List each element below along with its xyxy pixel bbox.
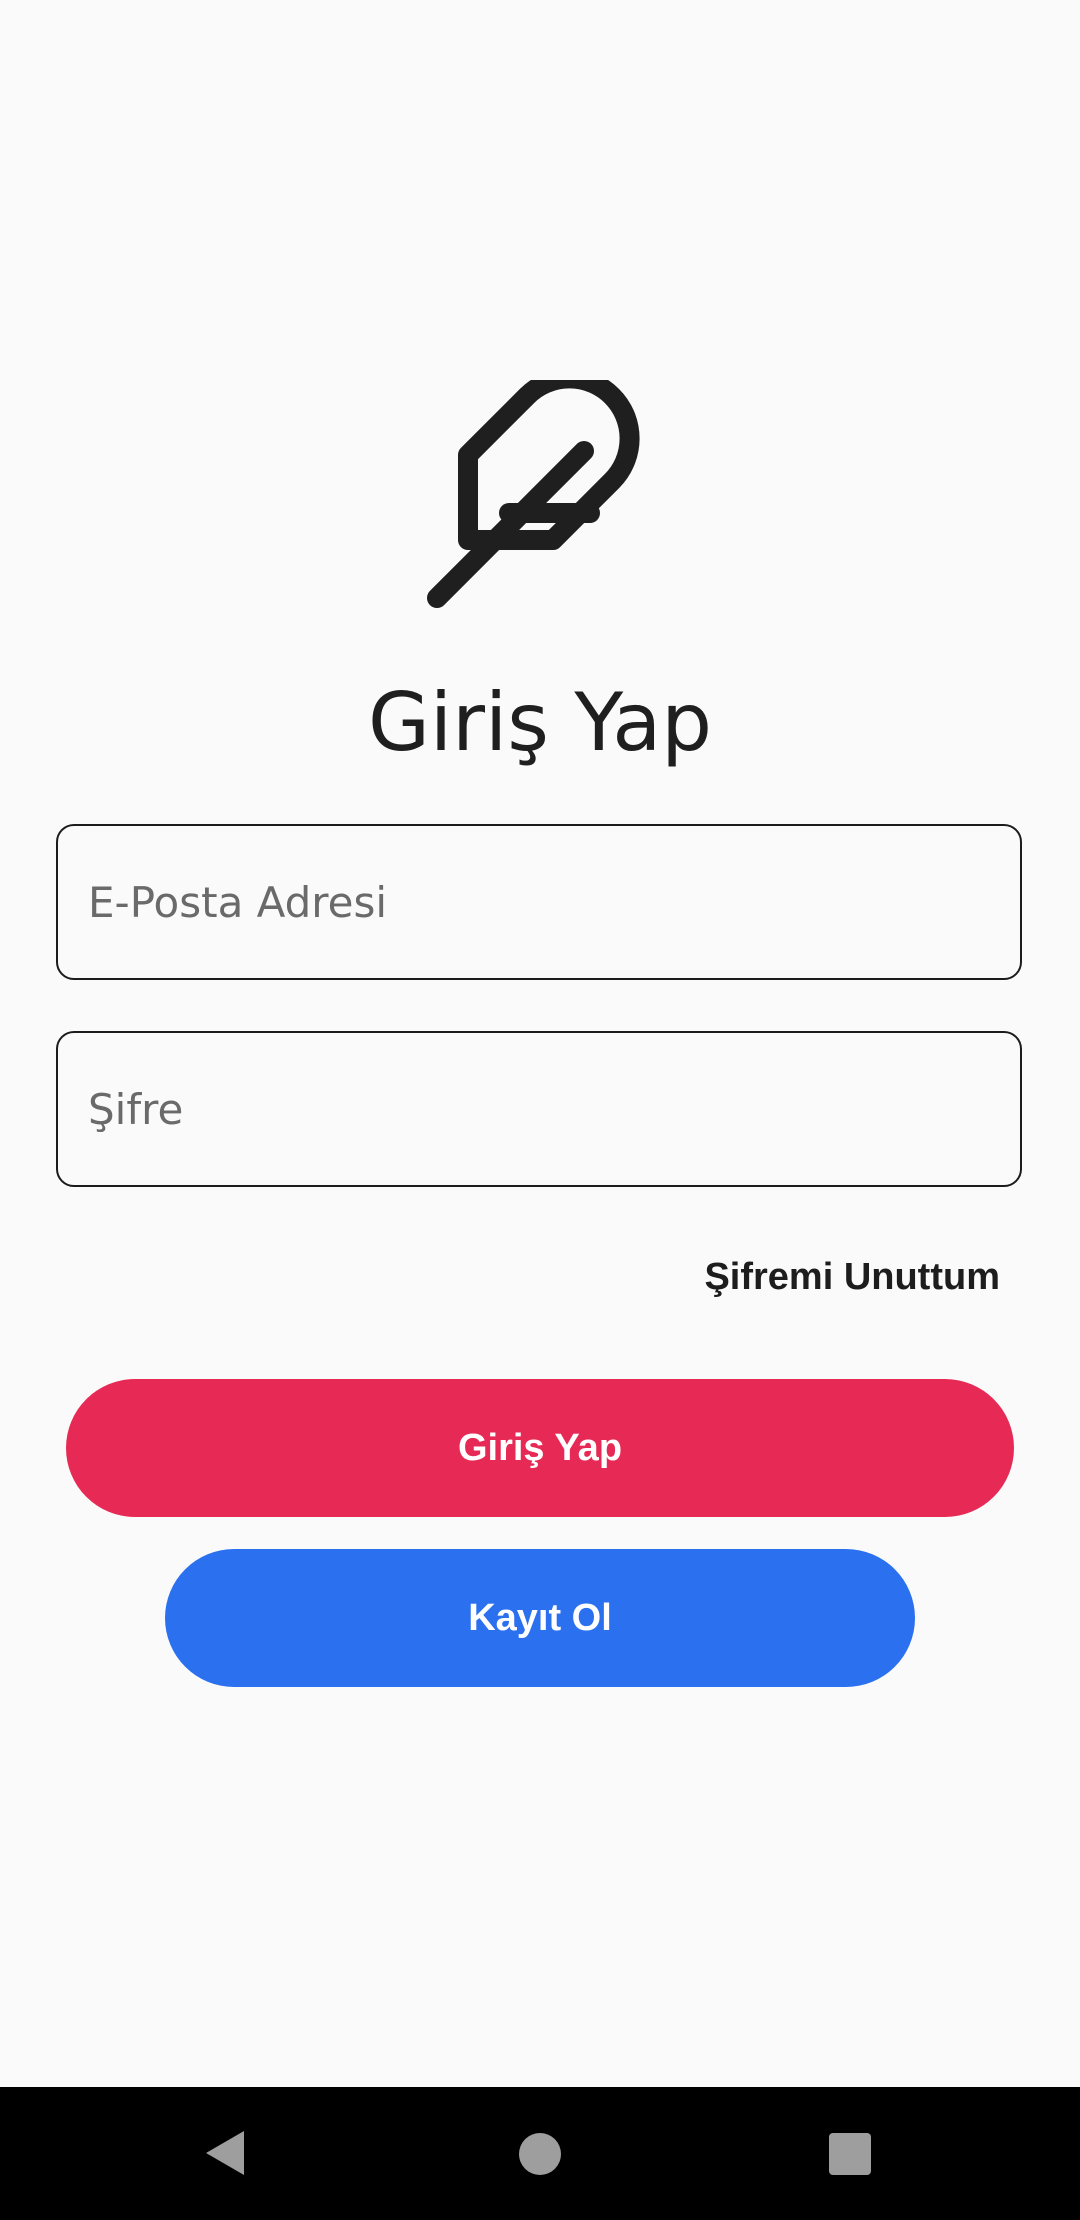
login-screen: Giriş Yap Şifremi Unuttum Giriş Yap Kayı… [0,0,1080,2220]
back-triangle-icon[interactable] [206,2131,244,2175]
password-field[interactable] [56,1031,1022,1187]
email-input[interactable] [58,826,1020,978]
login-button-label: Giriş Yap [457,1426,623,1469]
login-button[interactable]: Giriş Yap [66,1379,1014,1517]
password-input[interactable] [58,1033,1020,1185]
page-title: Giriş Yap [367,676,713,769]
forgot-password-link[interactable]: Şifremi Unuttum [704,1256,1000,1299]
register-button-label: Kayıt Ol [468,1596,612,1639]
email-field[interactable] [56,824,1022,980]
home-circle-icon[interactable] [519,2133,561,2175]
feather-icon [420,380,660,620]
recent-apps-square-icon[interactable] [829,2133,871,2175]
register-button[interactable]: Kayıt Ol [165,1549,915,1687]
system-navigation-bar [0,2087,1080,2220]
